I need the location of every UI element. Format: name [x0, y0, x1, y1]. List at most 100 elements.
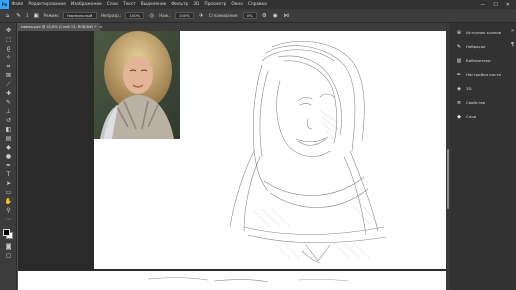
menu-edit[interactable]: Редактирование — [26, 2, 69, 7]
menu-window[interactable]: Окно — [229, 2, 245, 7]
close-tab-icon[interactable]: × — [99, 25, 102, 29]
panel-3d-label: 3D — [466, 86, 472, 91]
screen-mode-icon[interactable]: ▢ — [3, 252, 14, 260]
panel-sketch-label: Набросок — [466, 44, 486, 49]
canvas-area[interactable] — [18, 31, 446, 290]
panel-layers-label: Слои — [466, 114, 477, 119]
document-tab[interactable]: мамка.psd @ 42,8% (Слой 13, RGB/8#) * × — [18, 23, 102, 31]
smoothing-label: Сглаживание: — [208, 13, 239, 18]
layers-icon: ◆ — [457, 113, 461, 120]
airbrush-icon[interactable]: ✈ — [198, 12, 205, 19]
flow-field[interactable]: 100% — [174, 12, 194, 19]
sketch-icon: ✎ — [456, 43, 462, 50]
window-controls: — ☐ ✕ — [480, 2, 516, 8]
hand-icon[interactable]: ✋ — [3, 198, 14, 206]
panel-layers[interactable]: ◆ Слои — [450, 110, 508, 123]
frame-icon[interactable]: ⊠ — [3, 72, 14, 80]
properties-icon: ≡ — [456, 99, 462, 106]
opacity-value: 100% — [129, 13, 141, 18]
menu-view[interactable]: Просмотр — [202, 2, 229, 7]
tools-panel: ✥ ⬚ ϱ ✧ ⌗ ⊠ ⟋ ✚ ✎ ⊥ ↺ ◧ ▤ ◆ ● ✒ T ➤ ▭ ✋ … — [0, 23, 17, 290]
menu-type[interactable]: Текст — [120, 2, 138, 7]
reference-photo — [94, 31, 180, 139]
document-tabbar: мамка.psd @ 42,8% (Слой 13, RGB/8#) * × — [18, 23, 446, 31]
mode-value: Нормальный — [67, 13, 93, 18]
healing-icon[interactable]: ✚ — [3, 90, 14, 98]
gradient-icon[interactable]: ▤ — [3, 135, 14, 143]
menu-layers[interactable]: Слои — [104, 2, 120, 7]
close-window-button[interactable]: ✕ — [506, 2, 510, 8]
3d-icon: ◈ — [457, 85, 461, 92]
menu-file[interactable]: Файл — [9, 2, 26, 7]
opacity-field[interactable]: 100% — [125, 12, 145, 19]
lower-strip-sketch — [147, 277, 349, 283]
marquee-icon[interactable]: ⬚ — [3, 36, 14, 44]
menu-filter[interactable]: Фильтр — [169, 2, 191, 7]
more-icon[interactable]: ⋯ — [3, 216, 14, 224]
history-brush-icon[interactable]: ↺ — [3, 117, 14, 125]
pressure-size-icon[interactable]: ◉ — [272, 12, 279, 19]
panel-3d[interactable]: ◈ 3D — [450, 82, 508, 95]
path-select-icon[interactable]: ➤ — [3, 180, 14, 188]
maximize-button[interactable]: ☐ — [493, 2, 497, 8]
app-logo: Ps — [0, 0, 9, 9]
foreground-color-swatch[interactable] — [3, 229, 10, 236]
smoothing-value: 0% — [246, 13, 253, 18]
menu-image[interactable]: Изображение — [68, 2, 104, 7]
home-icon[interactable]: ⌂ — [4, 12, 11, 19]
panel-properties[interactable]: ≡ Свойства — [450, 96, 508, 109]
brush-preset-icon[interactable]: ✎ — [15, 12, 22, 19]
brush-settings-icon: ✏ — [456, 71, 462, 78]
panel-brush-settings[interactable]: ✏ Настройки кисти — [450, 68, 508, 81]
libraries-icon: ▥ — [456, 57, 462, 64]
panel-libraries[interactable]: ▥ Библиотеки — [450, 54, 508, 67]
paragraph-panel-icon[interactable]: ¶ — [509, 41, 516, 48]
menu-3d[interactable]: 3D — [191, 2, 202, 7]
type-icon[interactable]: T — [3, 171, 14, 179]
panel-properties-label: Свойства — [466, 100, 486, 105]
flow-value: 100% — [178, 13, 190, 18]
crop-icon[interactable]: ⌗ — [3, 63, 14, 71]
pen-icon[interactable]: ✒ — [3, 162, 14, 170]
photoshop-window: Ps Файл Редактирование Изображение Слои … — [0, 0, 516, 290]
options-bar: ⌂ ✎ 1 ▣ Режим: Нормальный Непрозр.: 100%… — [0, 9, 516, 23]
minimize-button[interactable]: — — [480, 2, 485, 8]
brush-size-value[interactable]: 1 — [26, 13, 29, 18]
right-panel-dock: ⊕ Источник клонов ✎ Набросок ▥ Библиотек… — [450, 23, 516, 290]
lasso-icon[interactable]: ϱ — [3, 45, 14, 53]
panel-libraries-label: Библиотеки — [466, 58, 491, 63]
flow-label: Наж.: — [159, 13, 171, 18]
move-icon[interactable]: ✥ — [3, 27, 14, 35]
eyedropper-icon[interactable]: ⟋ — [3, 81, 14, 89]
clone-source-icon: ⊕ — [456, 29, 462, 36]
quick-select-icon[interactable]: ✧ — [3, 54, 14, 62]
smoothing-options-icon[interactable]: ⚙ — [261, 12, 268, 19]
rectangle-icon[interactable]: ▭ — [3, 189, 14, 197]
panel-clone-source[interactable]: ⊕ Источник клонов — [450, 26, 508, 39]
mode-select[interactable]: Нормальный — [63, 12, 97, 19]
brush-icon[interactable]: ✎ — [3, 99, 14, 107]
symmetry-icon[interactable]: ⋈ — [283, 12, 290, 19]
scrollbar-thumb[interactable] — [447, 149, 449, 209]
smoothing-field[interactable]: 0% — [242, 12, 257, 19]
blur-icon[interactable]: ◆ — [3, 144, 14, 152]
brush-panel-icon[interactable]: ▣ — [33, 12, 40, 19]
panel-sketch[interactable]: ✎ Набросок — [450, 40, 508, 53]
quick-mask-icon[interactable]: ◙ — [3, 243, 14, 251]
mode-label: Режим: — [43, 13, 59, 18]
panel-brush-settings-label: Настройки кисти — [466, 72, 502, 77]
eraser-icon[interactable]: ◧ — [3, 126, 14, 134]
document-tab-title: мамка.psd @ 42,8% (Слой 13, RGB/8#) * — [21, 25, 97, 29]
panel-clone-source-label: Источник клонов — [466, 30, 502, 35]
pressure-opacity-icon[interactable]: ◎ — [148, 12, 155, 19]
dodge-icon[interactable]: ● — [3, 153, 14, 161]
lower-canvas-strip — [18, 271, 446, 290]
collapse-panels-icon[interactable]: » — [509, 27, 516, 34]
opacity-label: Непрозр.: — [101, 13, 122, 18]
menu-bar: Ps Файл Редактирование Изображение Слои … — [0, 0, 516, 9]
menu-help[interactable]: Справка — [245, 2, 269, 7]
menu-select[interactable]: Выделение — [138, 2, 169, 7]
stamp-icon[interactable]: ⊥ — [3, 108, 14, 116]
zoom-icon[interactable]: ⚲ — [3, 207, 14, 215]
reference-photo-image — [94, 31, 180, 139]
